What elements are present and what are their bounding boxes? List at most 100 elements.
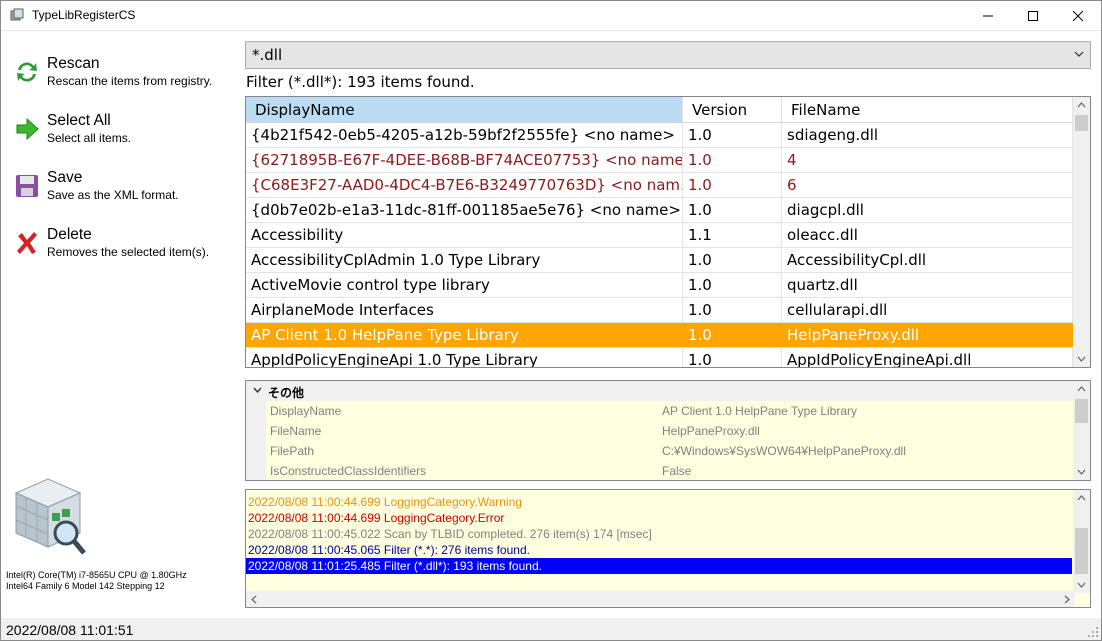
scroll-down-icon[interactable] bbox=[1077, 582, 1086, 588]
select-all-command[interactable]: Select All Select all items. bbox=[14, 112, 229, 152]
minimize-icon bbox=[983, 15, 993, 16]
log-line[interactable]: 2022/08/08 11:01:25.485 Filter (*.dll*):… bbox=[246, 558, 1072, 574]
typelib-grid[interactable]: DisplayName Version FileName {4b21f542-0… bbox=[245, 96, 1091, 368]
arrow-right-icon bbox=[16, 117, 39, 141]
column-header-filename[interactable]: FileName bbox=[782, 97, 1073, 123]
column-header-version[interactable]: Version bbox=[683, 97, 782, 123]
log-line[interactable]: 2022/08/08 11:00:45.022 Scan by TLBID co… bbox=[246, 526, 1072, 542]
filename-cell: diagcpl.dll bbox=[782, 198, 1073, 222]
rescan-description: Rescan the items from registry. bbox=[47, 74, 213, 88]
scroll-right-icon[interactable] bbox=[1064, 595, 1070, 604]
rescan-icon bbox=[17, 62, 37, 82]
version-cell: 1.0 bbox=[683, 298, 782, 322]
scroll-up-icon[interactable] bbox=[1077, 386, 1086, 392]
version-cell: 1.0 bbox=[683, 123, 782, 147]
column-header-displayname[interactable]: DisplayName bbox=[246, 97, 683, 123]
filename-cell: 6 bbox=[782, 173, 1073, 197]
filename-cell: AppIdPolicyEngineApi.dll bbox=[782, 348, 1073, 367]
table-row[interactable]: AppIdPolicyEngineApi 1.0 Type Library 1.0… bbox=[246, 348, 1073, 367]
version-cell: 1.0 bbox=[683, 348, 782, 367]
save-description: Save as the XML format. bbox=[47, 188, 179, 202]
cpu-id: Intel64 Family 6 Model 142 Stepping 12 bbox=[6, 581, 165, 591]
close-button[interactable] bbox=[1055, 0, 1101, 31]
minimize-button[interactable] bbox=[965, 0, 1011, 31]
delete-command[interactable]: Delete Removes the selected item(s). bbox=[14, 226, 229, 266]
log-vertical-scrollbar[interactable] bbox=[1073, 490, 1090, 593]
chevron-down-icon bbox=[1074, 51, 1084, 57]
delete-description: Removes the selected item(s). bbox=[47, 245, 210, 259]
property-scroll-thumb[interactable] bbox=[1075, 399, 1088, 423]
table-row[interactable]: {6271895B-E67F-4DEE-B68B-BF74ACE07753} <… bbox=[246, 148, 1073, 173]
maximize-button[interactable] bbox=[1010, 0, 1056, 31]
rescan-command[interactable]: Rescan Rescan the items from registry. bbox=[14, 55, 229, 95]
property-row[interactable]: FilePath C:¥Windows¥SysWOW64¥HelpPanePro… bbox=[246, 441, 1075, 461]
version-cell: 1.0 bbox=[683, 173, 782, 197]
property-gutter bbox=[246, 421, 266, 441]
table-row[interactable]: AP Client 1.0 HelpPane Type Library 1.0 He… bbox=[246, 323, 1073, 348]
log-line[interactable]: 2022/08/08 11:00:44.699 LoggingCategory.… bbox=[246, 510, 1072, 526]
delete-label: Delete bbox=[47, 226, 92, 243]
select-all-label: Select All bbox=[47, 112, 111, 129]
log-line[interactable]: 2022/08/08 11:00:44.699 LoggingCategory.… bbox=[246, 494, 1072, 510]
table-row[interactable]: {C68E3F27-AAD0-4DC4-B7E6-B3249770763D} <… bbox=[246, 173, 1073, 198]
grid-header: DisplayName Version FileName bbox=[246, 97, 1073, 123]
filename-cell: HelpPaneProxy.dll bbox=[782, 323, 1073, 347]
table-row[interactable]: {d0b7e02b-e1a3-11dc-81ff-001185ae5e76} <… bbox=[246, 198, 1073, 223]
table-row[interactable]: Accessibility 1.1 oleacc.dll bbox=[246, 223, 1073, 248]
property-category-label: その他 bbox=[268, 386, 305, 400]
log-view[interactable]: 2022/08/08 11:00:44.699 LoggingCategory.… bbox=[245, 489, 1091, 608]
table-row[interactable]: {4b21f542-0eb5-4205-a12b-59bf2f2555fe} <… bbox=[246, 123, 1073, 148]
filename-cell: oleacc.dll bbox=[782, 223, 1073, 247]
version-cell: 1.0 bbox=[683, 198, 782, 222]
property-row[interactable]: FileName HelpPaneProxy.dll bbox=[246, 421, 1075, 441]
displayname-cell: {4b21f542-0eb5-4205-a12b-59bf2f2555fe} <… bbox=[246, 123, 683, 147]
displayname-cell: ActiveMovie control type library bbox=[246, 273, 683, 297]
property-row[interactable]: IsConstructedClassIdentifiers False bbox=[246, 461, 1075, 480]
title-bar: TypeLibRegisterCS bbox=[0, 0, 1102, 31]
select-all-description: Select all items. bbox=[47, 131, 132, 145]
scroll-left-icon[interactable] bbox=[251, 595, 257, 604]
filename-cell: sdiageng.dll bbox=[782, 123, 1073, 147]
save-command[interactable]: Save Save as the XML format. bbox=[14, 169, 229, 209]
scroll-up-icon[interactable] bbox=[1077, 102, 1086, 108]
property-row[interactable]: DisplayName AP Client 1.0 HelpPane Type … bbox=[246, 401, 1075, 421]
property-category[interactable]: その他 bbox=[246, 381, 1075, 401]
filter-combobox[interactable]: *.dll bbox=[245, 41, 1091, 69]
property-gutter bbox=[246, 461, 266, 480]
scroll-down-icon[interactable] bbox=[1077, 356, 1086, 362]
filename-cell: 4 bbox=[782, 148, 1073, 172]
displayname-cell: AppIdPolicyEngineApi 1.0 Type Library bbox=[246, 348, 683, 367]
displayname-cell: AccessibilityCplAdmin 1.0 Type Library bbox=[246, 248, 683, 272]
floppy-disk-icon bbox=[16, 175, 38, 197]
log-line[interactable]: 2022/08/08 11:00:45.065 Filter (*.*): 27… bbox=[246, 542, 1072, 558]
scroll-down-icon[interactable] bbox=[1077, 469, 1086, 475]
registry-logo-icon bbox=[14, 478, 86, 555]
property-vertical-scrollbar[interactable] bbox=[1073, 381, 1090, 480]
status-text: 2022/08/08 11:01:51 bbox=[6, 622, 134, 638]
table-row[interactable]: AccessibilityCplAdmin 1.0 Type Library 1.… bbox=[246, 248, 1073, 273]
table-row[interactable]: ActiveMovie control type library 1.0 quart… bbox=[246, 273, 1073, 298]
version-cell: 1.0 bbox=[683, 273, 782, 297]
grid-scroll-thumb[interactable] bbox=[1075, 115, 1088, 131]
displayname-cell: {d0b7e02b-e1a3-11dc-81ff-001185ae5e76} <… bbox=[246, 198, 683, 222]
property-grid[interactable]: その他 DisplayName AP Client 1.0 HelpPane T… bbox=[245, 380, 1091, 481]
scroll-up-icon[interactable] bbox=[1077, 495, 1086, 501]
version-cell: 1.1 bbox=[683, 223, 782, 247]
property-value: HelpPaneProxy.dll bbox=[662, 424, 760, 438]
property-value: C:¥Windows¥SysWOW64¥HelpPaneProxy.dll bbox=[662, 444, 906, 458]
maximize-icon bbox=[1028, 10, 1038, 21]
filename-cell: quartz.dll bbox=[782, 273, 1073, 297]
filename-cell: cellularapi.dll bbox=[782, 298, 1073, 322]
grid-rows: {4b21f542-0eb5-4205-a12b-59bf2f2555fe} <… bbox=[246, 123, 1073, 367]
resize-grip-icon[interactable] bbox=[1087, 626, 1099, 638]
property-name: FileName bbox=[270, 424, 322, 438]
rescan-label: Rescan bbox=[47, 55, 100, 72]
version-cell: 1.0 bbox=[683, 323, 782, 347]
property-value: False bbox=[662, 464, 692, 478]
log-horizontal-scrollbar[interactable] bbox=[246, 591, 1075, 607]
log-scroll-thumb[interactable] bbox=[1075, 528, 1088, 574]
table-row[interactable]: AirplaneMode Interfaces 1.0 cellularapi.dl… bbox=[246, 298, 1073, 323]
grid-vertical-scrollbar[interactable] bbox=[1073, 97, 1090, 367]
status-bar: 2022/08/08 11:01:51 bbox=[0, 618, 1102, 641]
version-cell: 1.0 bbox=[683, 248, 782, 272]
